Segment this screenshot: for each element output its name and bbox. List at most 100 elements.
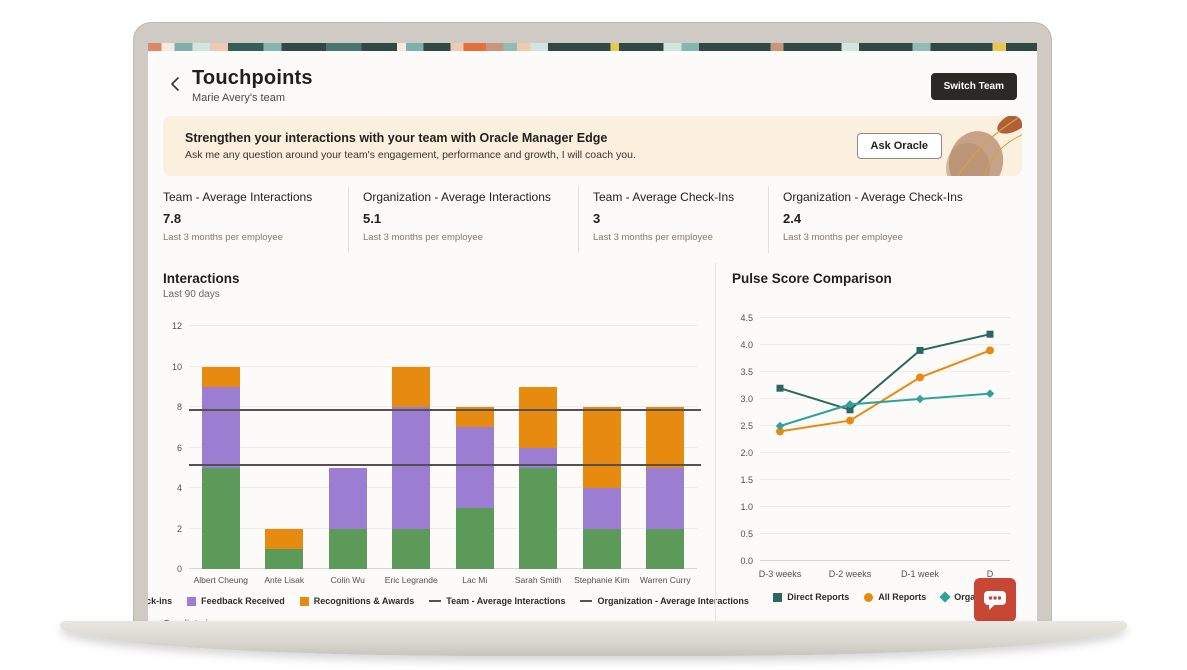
- laptop-base: [60, 621, 1127, 656]
- kpi-caption: Last 3 months per employee: [363, 232, 568, 243]
- bar-segment-feedback-received[interactable]: [646, 468, 684, 529]
- interactions-chart-section: Interactions Last 90 days 024681012 Albe…: [148, 263, 715, 622]
- legend-label: Direct Reports: [787, 592, 849, 602]
- bar-slots: [189, 326, 697, 569]
- bar-stack[interactable]: [329, 468, 367, 569]
- bar-segment-recognitions-awards[interactable]: [265, 529, 303, 549]
- decorative-banner-strip: [148, 43, 1037, 51]
- x-axis-label: Eric Legrande: [380, 575, 444, 585]
- data-point[interactable]: [917, 347, 924, 354]
- legend-label: Team - Average Interactions: [446, 596, 565, 606]
- reference-line: [189, 409, 701, 411]
- bar-segment-feedback-received[interactable]: [583, 488, 621, 529]
- y-axis-tick: 0.0: [740, 556, 753, 566]
- bar-segment-feedback-received[interactable]: [392, 407, 430, 529]
- data-point[interactable]: [846, 417, 854, 425]
- bar-group: [189, 326, 253, 569]
- x-axis-label: Stephanie Kim: [570, 575, 634, 585]
- chat-bubble-icon: [982, 588, 1008, 612]
- bar-stack[interactable]: [646, 407, 684, 569]
- legend-item[interactable]: Team - Average Interactions: [429, 596, 565, 606]
- bar-stack[interactable]: [583, 407, 621, 569]
- y-axis-tick: 2.5: [740, 421, 753, 431]
- data-point[interactable]: [916, 373, 924, 381]
- y-axis-tick: 8: [177, 402, 182, 412]
- y-axis-tick: 6: [177, 443, 182, 453]
- kpi-team-avg-interactions: Team - Average Interactions 7.8 Last 3 m…: [163, 186, 348, 253]
- bar-segment-recognitions-awards[interactable]: [583, 407, 621, 488]
- kpi-value: 7.8: [163, 211, 338, 226]
- interactions-plot: 024681012: [189, 326, 697, 569]
- bar-group: [507, 326, 571, 569]
- interactions-legend: Check-insFeedback ReceivedRecognitions &…: [163, 596, 701, 606]
- pulse-chart-section: Pulse Score Comparison 0.00.51.01.52.02.…: [716, 263, 1037, 622]
- legend-swatch: [580, 600, 592, 602]
- data-point[interactable]: [987, 331, 994, 338]
- data-point[interactable]: [986, 346, 994, 354]
- legend-item[interactable]: Check-ins: [148, 596, 172, 606]
- bar-stack[interactable]: [202, 367, 240, 570]
- pulse-plot: 0.00.51.01.52.02.53.03.54.04.5: [760, 318, 1010, 561]
- chevron-left-icon: [170, 77, 180, 91]
- bar-stack[interactable]: [456, 407, 494, 569]
- bar-stack[interactable]: [392, 367, 430, 570]
- leaf-decoration-icon: [930, 116, 1022, 176]
- banner-subtitle: Ask me any question around your team's e…: [185, 149, 636, 161]
- bar-segment-check-ins[interactable]: [583, 529, 621, 570]
- kpi-caption: Last 3 months per employee: [593, 232, 758, 243]
- x-axis-label: Lac Mi: [443, 575, 507, 585]
- pulse-x-labels: D-3 weeksD-2 weeksD-1 weekD: [760, 569, 1010, 581]
- bar-segment-check-ins[interactable]: [456, 508, 494, 569]
- kpi-label: Organization - Average Interactions: [363, 190, 568, 204]
- legend-item[interactable]: All Reports: [864, 592, 926, 602]
- x-axis-label: Sarah Smith: [507, 575, 571, 585]
- kpi-label: Team - Average Interactions: [163, 190, 338, 204]
- pulse-chart-title: Pulse Score Comparison: [732, 271, 1037, 286]
- bar-segment-check-ins[interactable]: [265, 549, 303, 569]
- bar-segment-feedback-received[interactable]: [202, 387, 240, 468]
- bar-segment-check-ins[interactable]: [329, 529, 367, 570]
- team-name: Marie Avery's team: [192, 92, 313, 104]
- bar-segment-recognitions-awards[interactable]: [202, 367, 240, 387]
- chat-button[interactable]: [974, 578, 1016, 622]
- kpi-team-avg-checkins: Team - Average Check-Ins 3 Last 3 months…: [578, 186, 768, 253]
- legend-swatch: [940, 591, 951, 602]
- legend-label: Check-ins: [148, 596, 172, 606]
- data-point[interactable]: [916, 395, 924, 403]
- line-series-all-reports: [780, 350, 990, 431]
- banner-title: Strengthen your interactions with your t…: [185, 131, 636, 145]
- bar-segment-recognitions-awards[interactable]: [392, 367, 430, 408]
- x-axis-label: Ante Lisak: [253, 575, 317, 585]
- data-point[interactable]: [777, 385, 784, 392]
- pulse-lines: [760, 318, 1010, 561]
- bar-segment-recognitions-awards[interactable]: [646, 407, 684, 468]
- legend-label: Recognitions & Awards: [314, 596, 415, 606]
- legend-item[interactable]: Recognitions & Awards: [300, 596, 415, 606]
- y-axis-tick: 3.0: [740, 394, 753, 404]
- x-axis-label: Colin Wu: [316, 575, 380, 585]
- legend-swatch: [773, 593, 782, 602]
- legend-swatch: [864, 593, 873, 602]
- bar-segment-check-ins[interactable]: [646, 529, 684, 570]
- data-point[interactable]: [986, 389, 994, 397]
- bar-segment-recognitions-awards[interactable]: [519, 387, 557, 448]
- back-button[interactable]: [166, 71, 184, 100]
- bar-stack[interactable]: [265, 529, 303, 570]
- kpi-value: 3: [593, 211, 758, 226]
- y-axis-tick: 3.5: [740, 367, 753, 377]
- bar-segment-check-ins[interactable]: [519, 468, 557, 569]
- x-axis-label: D-1 week: [901, 569, 939, 579]
- kpi-value: 5.1: [363, 211, 568, 226]
- y-axis-tick: 2: [177, 524, 182, 534]
- legend-item[interactable]: Direct Reports: [773, 592, 849, 602]
- bar-segment-feedback-received[interactable]: [329, 468, 367, 529]
- legend-item[interactable]: Feedback Received: [187, 596, 285, 606]
- bar-group: [570, 326, 634, 569]
- kpi-caption: Last 3 months per employee: [163, 232, 338, 243]
- bar-segment-feedback-received[interactable]: [456, 427, 494, 508]
- y-axis-tick: 10: [172, 362, 182, 372]
- switch-team-button[interactable]: Switch Team: [931, 73, 1017, 100]
- bar-stack[interactable]: [519, 387, 557, 569]
- bar-segment-check-ins[interactable]: [202, 468, 240, 569]
- bar-segment-check-ins[interactable]: [392, 529, 430, 570]
